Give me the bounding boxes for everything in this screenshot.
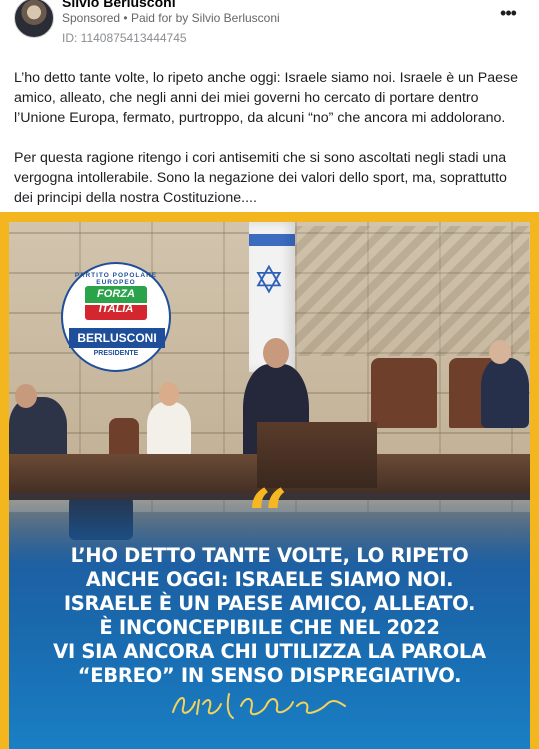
post-paragraph-2: Per questa ragione ritengo i cori antise… <box>14 150 507 206</box>
sponsored-line: Sponsored • Paid for by Silvio Berluscon… <box>62 11 280 25</box>
quote-line-1: L’HO DETTO TANTE VOLTE, LO RIPETO <box>70 544 469 567</box>
quote-mark-icon: “ <box>247 473 289 558</box>
person-figure <box>481 358 529 428</box>
paid-for-prefix: Paid for by <box>130 11 189 25</box>
person-head <box>159 382 179 406</box>
person-head <box>489 340 511 364</box>
quote-text: L’HO DETTO TANTE VOLTE, LO RIPETO ANCHE … <box>29 544 510 688</box>
ad-creative-image[interactable]: ✡ PARTITO POPOLARE EUROPEO FORZA ITALIA … <box>0 212 539 749</box>
post-text: L’ho detto tante volte, lo ripeto anche … <box>14 68 529 228</box>
quote-line-2: ANCHE OGGI: ISRAELE SIAMO NOI. <box>85 568 454 591</box>
quote-line-4: È INCONCEPIBILE CHE NEL 2022 <box>99 616 440 639</box>
post-header: Silvio Berlusconi Sponsored • Paid for b… <box>0 0 539 56</box>
wall-relief <box>269 226 529 356</box>
signature <box>172 693 346 719</box>
star-of-david-icon: ✡ <box>253 260 285 302</box>
logo-word-forza: FORZA <box>97 288 135 300</box>
person-figure <box>147 402 191 458</box>
logo-name: BERLUSCONI <box>69 328 165 348</box>
chair <box>371 358 437 428</box>
more-options-button[interactable]: ••• <box>498 4 518 26</box>
sponsored-label: Sponsored <box>62 11 121 25</box>
ad-photo: ✡ PARTITO POPOLARE EUROPEO FORZA ITALIA … <box>9 222 530 749</box>
logo-ring-text: PARTITO POPOLARE EUROPEO <box>74 272 158 286</box>
page-name-link[interactable]: Silvio Berlusconi <box>62 0 176 10</box>
logo-role: PRESIDENTE <box>93 350 139 357</box>
ad-id: ID: 1140875413444745 <box>62 31 187 45</box>
post-paragraph-1: L’ho detto tante volte, lo ripeto anche … <box>14 70 518 126</box>
quote-line-3: ISRAELE È UN PAESE AMICO, ALLEATO. <box>63 592 476 615</box>
quote-line-5: VI SIA ANCORA CHI UTILIZZA LA PAROLA <box>53 640 486 663</box>
person-head <box>263 338 289 368</box>
forza-italia-logo: PARTITO POPOLARE EUROPEO FORZA ITALIA BE… <box>61 262 171 372</box>
paid-for-name: Silvio Berlusconi <box>191 11 280 25</box>
page-avatar[interactable] <box>14 0 54 38</box>
person-head <box>15 384 37 408</box>
separator-dot: • <box>123 11 128 25</box>
logo-word-italia: ITALIA <box>98 303 134 315</box>
